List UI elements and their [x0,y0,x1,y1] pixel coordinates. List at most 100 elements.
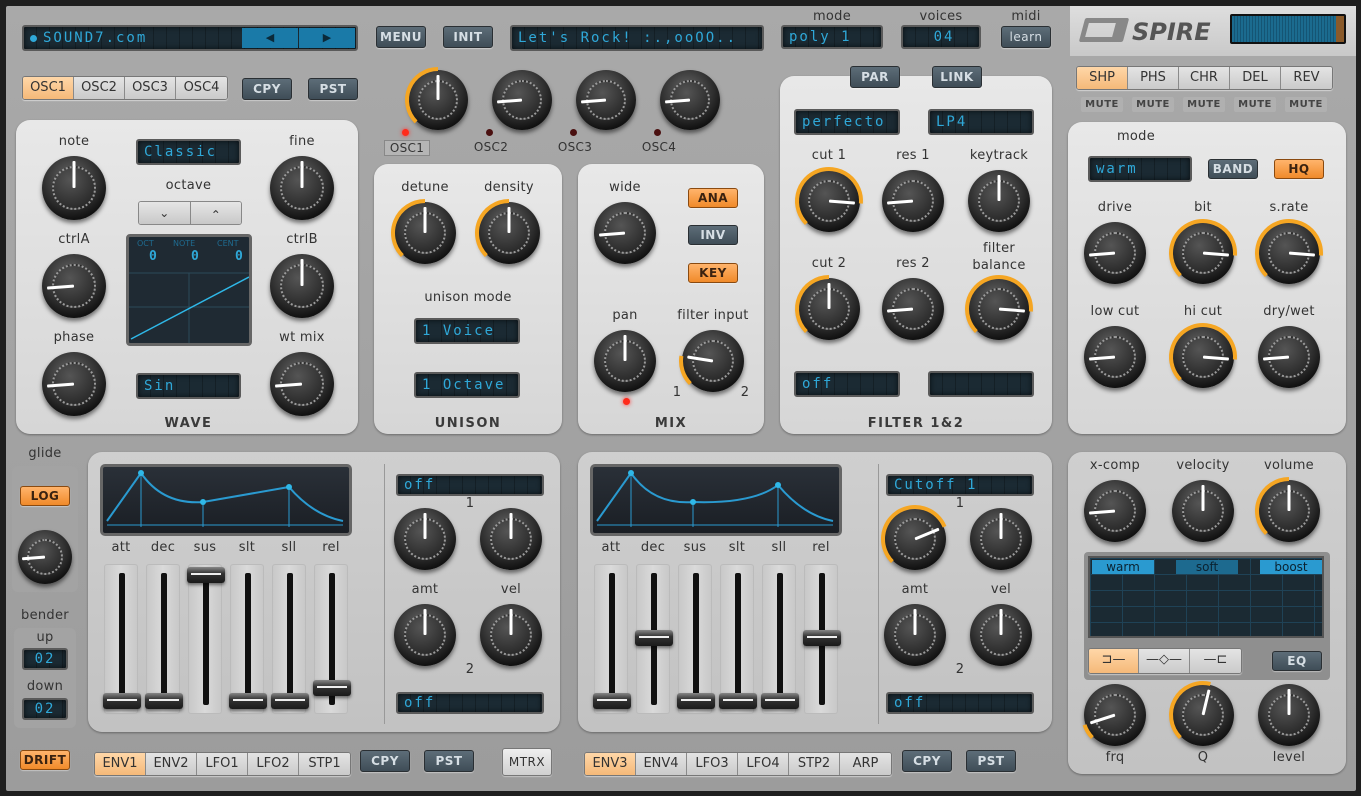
slider-handle[interactable] [593,693,631,709]
hq-button[interactable]: HQ [1274,159,1324,179]
filter-cut-2-knob[interactable] [795,275,860,340]
unison-octave-select[interactable]: 1 Octave [414,372,520,398]
env2-vel2-knob[interactable] [970,604,1032,666]
unison-density-knob[interactable] [475,199,540,264]
master-volume-knob[interactable] [1255,477,1320,542]
mute-shp-button[interactable]: MUTE [1081,97,1123,112]
glide-log-button[interactable]: LOG [20,486,70,506]
tab-osc4[interactable]: OSC4 [176,77,227,99]
wave-wt-mix-knob[interactable] [270,352,334,416]
eq-q-knob[interactable] [1169,681,1234,746]
env1-amt2-knob[interactable] [394,604,456,666]
osc4-label[interactable]: OSC4 [636,140,682,154]
eq-mode-warm[interactable]: warm [1092,560,1154,574]
eq-mode-boost[interactable]: boost [1260,560,1322,574]
env2-slt-slider[interactable] [719,564,757,714]
mute-rev-button[interactable]: MUTE [1285,97,1327,112]
slider-handle[interactable] [187,567,225,583]
mix-pan-knob[interactable] [594,330,656,392]
slider-handle[interactable] [761,693,799,709]
env1-att-slider[interactable] [103,564,141,714]
tab-arp[interactable]: ARP [840,753,891,775]
tab-env4[interactable]: ENV4 [636,753,687,775]
fx-s-rate-knob[interactable] [1255,219,1323,284]
filter-res-2-knob[interactable] [882,278,944,340]
env1-mod2-target[interactable]: off [396,692,544,714]
octave-up-button[interactable]: ⌃ [190,202,241,224]
wave-note-knob[interactable] [42,156,106,220]
preset-next-button[interactable]: ▶ [299,28,355,48]
voices-display[interactable]: 04 [901,25,981,49]
inv-button[interactable]: INV [688,225,738,245]
osc-copy-button[interactable]: CPY [242,78,292,100]
master-x-comp-knob[interactable] [1084,480,1146,542]
fx-mode-select[interactable]: warm [1088,156,1192,182]
env2-paste-button[interactable]: PST [966,750,1016,772]
tab-env3[interactable]: ENV3 [585,753,636,775]
osc-paste-button[interactable]: PST [308,78,358,100]
key-button[interactable]: KEY [688,263,738,283]
eq-frq-knob[interactable] [1082,684,1146,746]
tab-stp2[interactable]: STP2 [789,753,840,775]
tab-env2[interactable]: ENV2 [146,753,197,775]
mode-select[interactable]: poly 1 [781,25,883,49]
env2-amt2-knob[interactable] [884,604,946,666]
wave-phase-knob[interactable] [42,352,106,416]
mute-del-button[interactable]: MUTE [1234,97,1276,112]
env2-amt1-knob[interactable] [881,505,947,570]
link-button[interactable]: LINK [932,66,982,88]
tab-osc2[interactable]: OSC2 [74,77,125,99]
osc2-label[interactable]: OSC2 [468,140,514,154]
ana-button[interactable]: ANA [688,188,738,208]
filter1-mode-select[interactable]: off [794,371,900,397]
tab-fx-del[interactable]: DEL [1230,67,1281,89]
matrix-button[interactable]: MTRX [502,748,552,776]
env2-copy-button[interactable]: CPY [902,750,952,772]
env1-copy-button[interactable]: CPY [360,750,410,772]
osc1-label[interactable]: OSC1 [384,140,430,156]
wave-mode-select[interactable]: Classic [136,139,241,165]
unison-detune-knob[interactable] [391,199,456,264]
filter1-type-select[interactable]: perfecto [794,109,900,135]
tab-fx-rev[interactable]: REV [1281,67,1332,89]
slider-handle[interactable] [313,680,351,697]
env1-amt1-knob[interactable] [394,508,456,570]
filter-cut-1-knob[interactable] [795,167,863,232]
tab-env1[interactable]: ENV1 [95,753,146,775]
env1-paste-button[interactable]: PST [424,750,474,772]
tab-osc1[interactable]: OSC1 [23,77,74,99]
tab-lfo2[interactable]: LFO2 [248,753,299,775]
fx-drive-knob[interactable] [1084,222,1146,284]
env2-dec-slider[interactable] [635,564,673,714]
fx-hi-cut-knob[interactable] [1169,323,1237,388]
preset-prev-button[interactable]: ◀ [242,28,298,48]
eq-high-shelf-button[interactable]: —⊏ [1190,649,1241,673]
mute-phs-button[interactable]: MUTE [1132,97,1174,112]
filter2-type-select[interactable]: LP4 [928,109,1034,135]
tab-fx-phs[interactable]: PHS [1128,67,1179,89]
slider-handle[interactable] [229,693,267,709]
master-velocity-knob[interactable] [1172,480,1234,542]
env2-mod2-target[interactable]: off [886,692,1034,714]
eq-peak-button[interactable]: —◇— [1139,649,1190,673]
mix-wide-knob[interactable] [594,202,656,264]
env1-mod1-target[interactable]: off [396,474,544,496]
filter2-mode-select[interactable] [928,371,1034,397]
slider-handle[interactable] [719,693,757,709]
slider-handle[interactable] [635,630,673,646]
eq-low-shelf-button[interactable]: ⊐— [1089,649,1139,673]
env1-slt-slider[interactable] [229,564,267,714]
glide-knob[interactable] [18,530,72,584]
env2-vel1-knob[interactable] [970,508,1032,570]
octave-down-button[interactable]: ⌄ [139,202,191,224]
osc3-level-knob[interactable] [576,70,636,130]
slider-handle[interactable] [803,630,841,646]
drift-button[interactable]: DRIFT [20,750,70,770]
tab-osc3[interactable]: OSC3 [125,77,176,99]
env1-sus-slider[interactable] [187,564,225,714]
wave-ctrlb-knob[interactable] [270,254,334,318]
mute-chr-button[interactable]: MUTE [1183,97,1225,112]
menu-button[interactable]: MENU [376,26,426,48]
tab-stp1[interactable]: STP1 [299,753,350,775]
slider-handle[interactable] [677,693,715,709]
